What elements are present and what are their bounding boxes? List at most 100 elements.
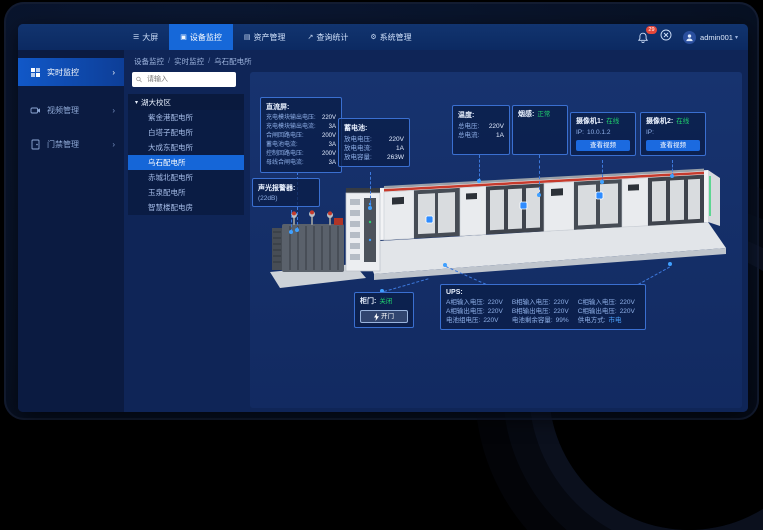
tree-item-selected[interactable]: 乌石配电所 [128,155,244,170]
status-badge: 在线 [606,117,619,126]
search-icon [136,76,142,83]
metric-value: 220V [488,298,503,307]
tab-asset-management[interactable]: ▤ 资产管理 [233,24,297,50]
connector-dot [289,230,293,234]
bell-icon [637,32,649,44]
smoke-sensor-panel: 烟感:正常 [512,105,568,155]
view-video-button[interactable]: 查看视频 [646,140,700,151]
tree-search [132,72,236,87]
metric-value: 99% [556,316,569,325]
metric-label: 充电模块输出电压: [266,114,316,123]
tree-item[interactable]: 白塔子配电所 [128,125,244,140]
tree-item[interactable]: 玉泉配电所 [128,185,244,200]
metric-value: 200V [322,132,336,141]
metric-value: 220V [483,316,498,325]
panel-title: 柜门: [360,297,376,306]
connector-dot [670,174,674,178]
user-menu[interactable]: admin001 ▾ [683,31,738,44]
ups-panel: UPS: A相输入电压:220V A相输出电压:220V 电池组电压:220V … [440,284,646,330]
tab-system-management[interactable]: ⚙ 系统管理 [359,24,422,50]
open-door-label: 开门 [381,311,394,322]
temperature-panel: 温度: 总电压:220V 总电流:1A [452,105,510,155]
monitor-frame: ☰ 大屏 ▣ 设备监控 ▤ 资产管理 ↗ 查询统计 ⚙ 系统管理 [4,2,759,420]
connector-line [370,172,371,208]
device-monitor-icon: ▣ [180,33,187,41]
metric-value: 220V [554,298,569,307]
top-navbar: ☰ 大屏 ▣ 设备监控 ▤ 资产管理 ↗ 查询统计 ⚙ 系统管理 [18,24,748,50]
tree-root-node[interactable]: ▾ 湖大校区 [128,94,244,110]
panel-title: 摄像机1: [576,117,603,126]
metric-value: 1A [496,131,504,140]
sidebar-item-realtime-monitoring[interactable]: 实时监控 › [18,58,124,86]
notifications-button[interactable]: 29 [637,31,649,43]
door-icon [30,139,41,150]
search-input[interactable] [145,75,232,84]
lightning-icon [374,313,379,321]
sidebar-item-video-management[interactable]: 视频管理 › [18,96,124,124]
metric-value: 1A [396,144,404,153]
connector-dot [295,228,299,232]
ip-label: IP: [576,128,584,137]
sidebar-item-label: 实时监控 [47,67,79,78]
alarm-panel: 声光报警器: (22dB) [252,178,320,207]
monitor-grid-icon [30,67,41,78]
connector-line [602,160,603,182]
sidebar: 实时监控 › 视频管理 › 门禁管理 › [18,50,124,412]
metric-label: 总电流: [458,131,479,140]
metric-label: 总电压: [458,122,479,131]
connector-line [479,155,480,181]
metric-label: 放电容量: [344,153,372,162]
tree-item[interactable]: 大成东配电所 [128,140,244,155]
cabinet-door-panel: 柜门:关闭 开门 [354,292,414,328]
breadcrumb-item[interactable]: 设备监控 [134,56,164,67]
tab-label: 系统管理 [380,32,412,43]
chevron-down-icon: ▾ [735,34,738,41]
connector-dot [477,179,481,183]
connector-dot [537,193,541,197]
ip-label: IP: [646,128,654,137]
status-badge: 关闭 [379,297,392,306]
metric-value: 市电 [609,316,622,325]
tab-dashboard[interactable]: ☰ 大屏 [122,24,169,50]
connector-dot [668,262,672,266]
battery-panel: 蓄电池: 放电电压:220V 放电电流:1A 放电容量:263W [338,118,410,167]
avatar [683,31,696,44]
breadcrumb: 设备监控 / 实时监控 / 乌石配电所 [134,56,252,67]
alarm-value: (22dB) [258,195,314,202]
metric-label: 母线合闸电流: [266,159,304,168]
tab-query-statistics[interactable]: ↗ 查询统计 [297,24,360,50]
breadcrumb-item[interactable]: 实时监控 [174,56,204,67]
metric-label: C相输入电压: [578,298,617,307]
metric-label: 控制回路电压: [266,150,304,159]
tree-item[interactable]: 赤城北配电所 [128,170,244,185]
tree-item[interactable]: 智慧楼配电房 [128,200,244,215]
metric-value: 3A [329,159,336,168]
ups-phase-a: A相输入电压:220V A相输出电压:220V 电池组电压:220V [446,298,503,325]
notification-badge: 29 [646,26,657,34]
fullscreen-button[interactable] [660,28,672,46]
tab-device-monitoring[interactable]: ▣ 设备监控 [169,24,233,50]
metric-value: 200V [322,150,336,159]
chevron-right-icon: › [112,140,115,149]
view-video-button[interactable]: 查看视频 [576,140,630,151]
metric-label: 蓄电池电流: [266,141,298,150]
connector-line [291,210,292,232]
metric-value: 263W [387,153,404,162]
sidebar-item-label: 门禁管理 [47,139,79,150]
metric-label: 充电模块输出电流: [266,123,316,132]
open-door-button[interactable]: 开门 [360,310,408,323]
fullscreen-icon [660,29,672,41]
metric-value: 220V [489,122,504,131]
panel-title: 蓄电池: [344,123,404,133]
camera2-panel: 摄像机2:在线 IP: 查看视频 [640,112,706,156]
ups-phase-c: C相输入电压:220V C相输出电压:220V 供电方式:市电 [578,298,635,325]
sidebar-item-access-control[interactable]: 门禁管理 › [18,130,124,158]
metric-value: 220V [554,307,569,316]
breadcrumb-item[interactable]: 乌石配电所 [214,56,252,67]
station-visual-panel: 直流屏: 充电模块输出电压:220V 充电模块输出电流:3A 合闸回路电压:20… [250,72,742,408]
metric-label: 放电电流: [344,144,372,153]
connector-dot [600,180,604,184]
tree-item[interactable]: 紫金港配电所 [128,110,244,125]
panel-title: 烟感: [518,110,534,119]
panel-title: 摄像机2: [646,117,673,126]
